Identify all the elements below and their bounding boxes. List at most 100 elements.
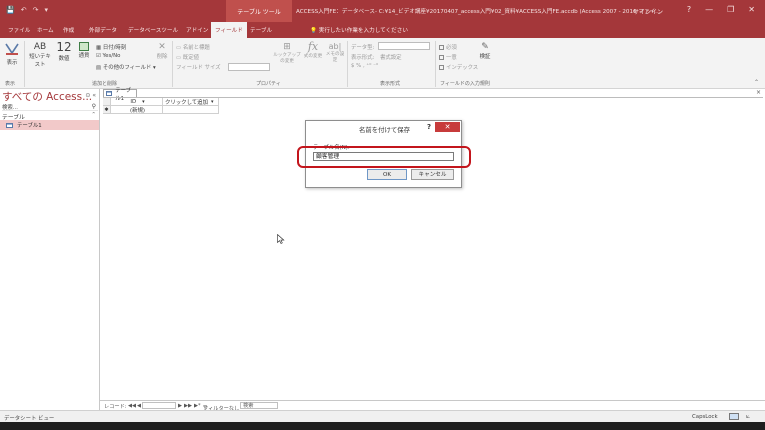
tab-table[interactable]: テーブル [246,22,276,38]
tab-file[interactable]: ファイル [4,22,34,38]
new-record-button[interactable]: ▶* [194,403,201,409]
customize-qat-icon[interactable]: ▾ [44,6,48,14]
last-record-button[interactable]: ▶▶ [184,403,192,409]
column-header-label: ID [130,98,137,105]
first-record-button[interactable]: ◀◀ [128,403,136,409]
ok-button[interactable]: OK [367,169,407,180]
nav-item-table1[interactable]: テーブル1 [0,120,99,130]
mouse-cursor-icon [277,234,285,244]
tell-me-text: 実行したい作業を入力してください [318,28,408,34]
table-icon [6,122,13,128]
field-size-input[interactable] [228,63,270,71]
dropdown-arrow-icon[interactable]: ▾ [142,99,145,105]
dialog-help-icon[interactable]: ? [427,123,431,131]
view-button[interactable]: 表示 [4,42,20,66]
delete-icon: ✕ [158,42,166,52]
current-record-input[interactable] [142,402,176,409]
tell-me-box[interactable]: 💡 実行したい作業を入力してください [310,26,408,34]
next-record-button[interactable]: ▶ [178,403,182,409]
yes-no-label: Yes/No [102,53,121,59]
design-view-icon[interactable]: ⟀ [746,412,750,421]
name-caption-button[interactable]: ▭ 名前と標題 [176,43,210,51]
view-status: データシート ビュー [4,416,55,422]
minimize-icon[interactable]: — [705,5,713,14]
column-header-click-to-add[interactable]: クリックして追加 ▾ [163,98,219,106]
delete-button[interactable]: ✕ 削除 [155,42,169,60]
tab-addins[interactable]: アドイン [182,22,212,38]
datasheet-view-icon[interactable] [729,413,739,420]
contextual-tool-title: テーブル ツール [226,0,292,22]
format-select[interactable]: 書式設定 [380,53,402,61]
indexed-checkbox[interactable]: インデックス [439,63,478,71]
record-search-input[interactable]: 検索 [240,402,278,409]
checkbox-icon [439,55,444,60]
close-document-icon[interactable]: × [756,89,761,96]
tab-fields[interactable]: フィールド [211,22,247,38]
tab-home[interactable]: ホーム [33,22,58,38]
currency-button[interactable]: 通貨 [76,42,92,59]
more-fields-button[interactable]: ▤ その他のフィールド ▾ [96,63,156,71]
prev-record-button[interactable]: ◀ [137,403,141,409]
dropdown-arrow-icon: ▾ [151,65,156,71]
document-tab[interactable]: テーブル1 [103,88,137,102]
undo-icon[interactable]: ↶ [21,6,27,14]
new-record-cell[interactable] [163,106,219,114]
number-format-buttons[interactable]: $ % , ⁺⁰ ⁻⁰ [351,63,378,69]
nav-search-input[interactable]: 検索... ⚲ [2,103,98,111]
properties-group-label: プロパティ [256,81,281,87]
default-value-icon: ▭ [176,55,183,61]
delete-label: 削除 [156,54,168,60]
yes-no-button[interactable]: ☑ Yes/No [96,53,120,59]
tab-external-data[interactable]: 外部データ [85,22,121,38]
unique-checkbox[interactable]: 一意 [439,53,457,61]
new-record-marker[interactable]: ✱ [103,106,111,114]
group-separator [24,41,25,87]
number-icon: 12 [56,40,72,54]
new-record-id-cell[interactable]: (新規) [111,106,163,114]
name-caption-label: 名前と標題 [182,45,210,51]
expression-button[interactable]: fx 式の変更 [303,40,323,59]
document-title: ACCESS入門FE：データベース- C:¥14_ビデオ講座¥20170407_… [296,9,661,15]
memo-settings-button[interactable]: ab| メモの設定 [325,42,345,63]
tab-create[interactable]: 作成 [59,22,78,38]
memo-settings-label: メモの設定 [325,52,345,63]
data-type-select[interactable] [378,42,430,50]
navigation-pane: すべての Access... ⊙ « 検索... ⚲ テーブル ⌃ テーブル1 [0,89,100,410]
number-button[interactable]: 12 数値 [55,40,73,62]
nav-menu-icon[interactable]: ⊙ [85,92,90,99]
redo-icon[interactable]: ↷ [33,6,39,14]
close-icon[interactable]: ✕ [748,5,755,14]
restore-icon[interactable]: ❐ [727,5,734,14]
currency-icon [79,42,89,51]
short-text-button[interactable]: AB 短いテキスト [28,42,52,68]
help-icon[interactable]: ? [687,5,691,14]
required-checkbox[interactable]: 必須 [439,43,457,51]
short-text-icon: AB [33,42,47,52]
cancel-button[interactable]: キャンセル [411,169,454,180]
record-navigator: レコード: ◀◀ ◀ ▶ ▶▶ ▶* ⛛ フィルターなし 検索 [100,400,765,412]
title-bar: 💾 ↶ ↷ ▾ テーブル ツール ACCESS入門FE：データベース- C:¥1… [0,0,765,22]
expression-label: 式の変更 [303,54,323,59]
currency-label: 通貨 [78,53,90,59]
validation-group-label: フィールドの入力規則 [440,81,490,87]
nav-pane-header[interactable]: すべての Access... [2,89,92,104]
dialog-close-button[interactable]: ✕ [435,122,460,132]
tab-database-tools[interactable]: データベースツール [124,22,182,38]
more-fields-icon: ▤ [96,65,103,71]
shutter-bar-icon[interactable]: « [92,92,96,99]
lookup-change-label: ルックアップの変更 [273,53,301,64]
save-icon[interactable]: 💾 [6,6,15,14]
collapse-ribbon-icon[interactable]: ⌃ [754,79,759,86]
date-time-button[interactable]: ▦ 日付/時刻 [96,43,126,51]
checkbox-icon [439,45,444,50]
taskbar-strip [0,422,765,430]
dropdown-arrow-icon[interactable]: ▾ [211,99,214,105]
unique-label: 一意 [446,55,457,61]
number-label: 数値 [58,56,70,62]
validation-button[interactable]: ✎ 検証 [476,42,494,60]
default-value-button[interactable]: ▭ 既定値 [176,53,199,61]
select-all-cell[interactable] [103,98,111,106]
format-label: 表示形式: [351,55,375,61]
lookup-change-button[interactable]: ⊞ ルックアップの変更 [272,42,302,64]
sign-in-link[interactable]: サインイン [633,7,663,16]
